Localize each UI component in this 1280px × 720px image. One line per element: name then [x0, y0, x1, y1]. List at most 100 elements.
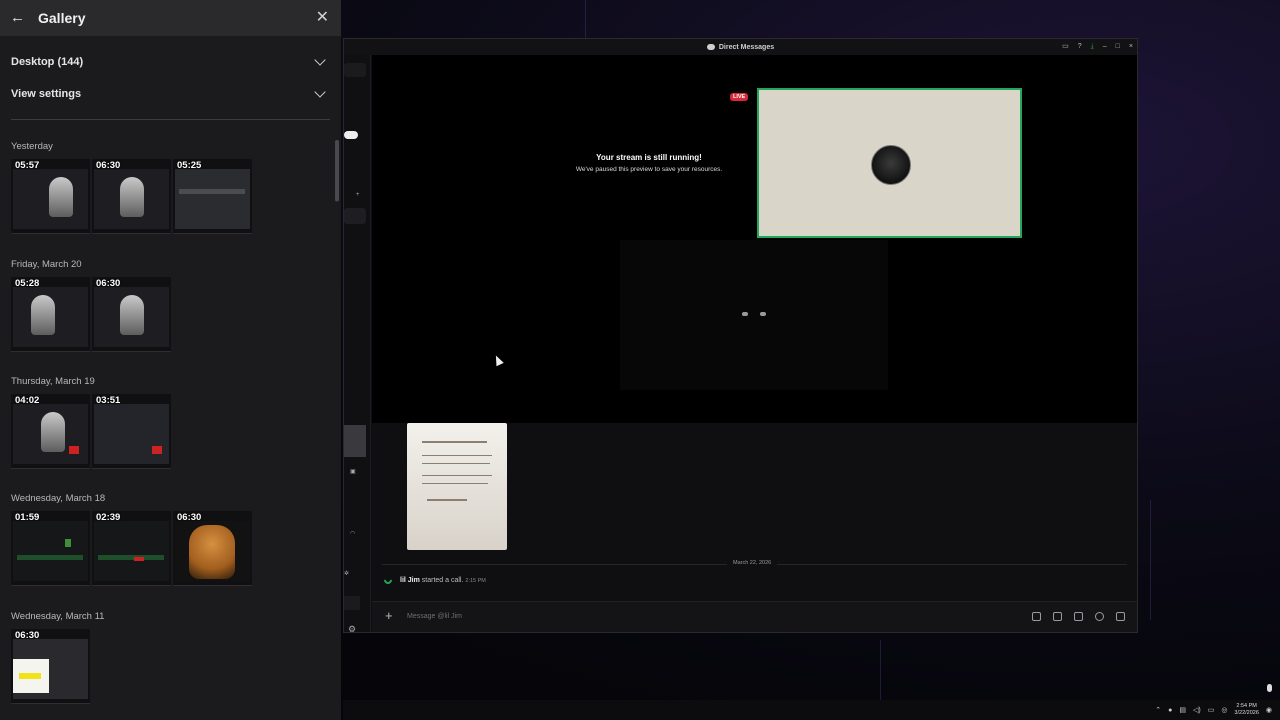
clip-thumbnail[interactable]: 05:28	[11, 277, 90, 352]
apps-icon[interactable]	[1116, 612, 1125, 621]
composer-icons	[1032, 612, 1125, 621]
notification-icon[interactable]: ◉	[1266, 706, 1272, 714]
gift-icon[interactable]	[1032, 612, 1041, 621]
clip-duration: 06:30	[15, 630, 40, 641]
participant-tile[interactable]	[620, 240, 888, 390]
clip-duration: 04:02	[15, 395, 40, 406]
dropdown-label: View settings	[11, 88, 82, 100]
attachment-text-line	[422, 475, 492, 476]
dropdown-label: Desktop (144)	[11, 56, 84, 68]
microphone-icon[interactable]: ●	[1168, 707, 1172, 714]
chevron-down-icon	[314, 86, 326, 98]
date-group: Yesterday 05:57 06:30 05:25	[11, 141, 331, 234]
scrollbar[interactable]	[335, 140, 339, 710]
desktop-filter-dropdown[interactable]: Desktop (144)	[0, 46, 341, 78]
date-group: Wednesday, March 18 01:59 02:39 06:30	[11, 493, 331, 586]
gif-icon[interactable]	[1053, 612, 1062, 621]
scrollbar-thumb[interactable]	[335, 140, 339, 202]
discord-logo-icon	[706, 44, 715, 50]
gear-small-icon[interactable]: ✲	[344, 570, 349, 577]
window-controls: ▭ ? ⤓ – □ ×	[1062, 42, 1133, 51]
screen-share-icon[interactable]: ▣	[350, 468, 356, 475]
message-author[interactable]: lil Jim	[400, 577, 420, 584]
close-icon[interactable]: ✕	[316, 10, 329, 26]
attachment-text-line	[427, 499, 467, 501]
call-message-text: started a call.	[421, 576, 464, 584]
taskbar: ⌃ ● ▤ ◁) ▭ ◎ 2:54 PM 3/22/2026 ◉	[343, 700, 1280, 720]
window-title: Direct Messages	[718, 43, 775, 51]
sidebar-active-item[interactable]	[344, 425, 366, 457]
system-tray: ⌃ ● ▤ ◁) ▭ ◎ 2:54 PM 3/22/2026 ◉	[1155, 703, 1272, 717]
clip-thumbnail[interactable]: 06:30	[92, 277, 171, 352]
attachment-text-line	[422, 483, 488, 484]
clip-duration: 06:30	[177, 512, 202, 523]
image-attachment[interactable]	[407, 423, 507, 550]
attachment-text-line	[422, 463, 490, 464]
clip-thumbnail[interactable]: 05:25	[173, 159, 252, 234]
date-group-label: Wednesday, March 18	[11, 493, 106, 504]
back-arrow-icon[interactable]: ←	[10, 10, 26, 26]
background-streak	[1150, 500, 1151, 620]
emoji-icon[interactable]	[1095, 612, 1104, 621]
clip-duration: 05:57	[15, 160, 40, 171]
clock-time: 2:54 PM	[1236, 703, 1257, 709]
gallery-title: Gallery	[38, 10, 86, 26]
clip-duration: 02:39	[96, 512, 121, 523]
eye-icon	[742, 312, 748, 316]
chat-area: March 22, 2026 lil Jim started a call. 2…	[372, 423, 1137, 632]
message-timestamp: 2:15 PM	[465, 577, 486, 584]
floating-mic-icon[interactable]	[1267, 684, 1272, 692]
call-system-message: lil Jim started a call. 2:15 PM	[382, 574, 486, 586]
maximize-button[interactable]: □	[1116, 42, 1120, 51]
clip-thumbnail[interactable]: 06:30	[11, 629, 90, 704]
minimize-button[interactable]: –	[1103, 42, 1107, 51]
background-streak	[880, 640, 881, 700]
date-group: Thursday, March 19 04:02 03:51	[11, 376, 331, 469]
battery-icon[interactable]: ▭	[1208, 706, 1215, 714]
clip-duration: 03:51	[96, 395, 121, 406]
clip-thumbnail[interactable]: 03:51	[92, 394, 171, 469]
sidebar-item[interactable]	[344, 596, 360, 610]
clip-thumbnail[interactable]: 06:30	[173, 511, 252, 586]
view-settings-dropdown[interactable]: View settings	[0, 78, 341, 110]
gallery-header: ← Gallery ✕	[0, 0, 341, 36]
date-group-label: Friday, March 20	[11, 259, 82, 270]
close-window-button[interactable]: ×	[1129, 42, 1133, 51]
attachment-text-line	[422, 441, 487, 443]
chevron-down-icon	[314, 54, 326, 66]
live-badge: LIVE	[730, 93, 749, 101]
taskbar-clock[interactable]: 2:54 PM 3/22/2026	[1234, 703, 1258, 717]
date-group-label: Yesterday	[11, 141, 53, 152]
network-icon[interactable]: ▤	[1179, 706, 1186, 714]
sidebar-item[interactable]	[344, 208, 366, 224]
chevron-up-icon[interactable]: ⌃	[1155, 706, 1161, 714]
date-divider-label: March 22, 2026	[727, 560, 778, 566]
sticker-icon[interactable]	[1074, 612, 1083, 621]
language-icon[interactable]: ◎	[1221, 706, 1227, 714]
clip-thumbnail[interactable]: 05:57	[11, 159, 90, 234]
clip-thumbnail[interactable]: 01:59	[11, 511, 90, 586]
window-titlebar[interactable]: Direct Messages ▭ ? ⤓ – □ ×	[344, 39, 1137, 55]
clip-thumbnail[interactable]: 04:02	[11, 394, 90, 469]
date-group: Wednesday, March 11 06:30	[11, 611, 331, 704]
divider	[11, 119, 330, 120]
date-group-label: Wednesday, March 11	[11, 611, 105, 622]
add-dm-icon[interactable]: +	[356, 192, 360, 198]
attach-plus-icon[interactable]: +	[385, 608, 393, 623]
stream-preview-tile[interactable]	[757, 88, 1022, 238]
message-composer: + Message @lil Jim	[372, 601, 1137, 632]
user-settings-gear-icon[interactable]: ⚙	[348, 624, 356, 635]
help-icon[interactable]: ?	[1078, 42, 1082, 51]
mouse-cursor-icon	[492, 353, 504, 367]
sidebar-search-field[interactable]	[344, 63, 366, 77]
download-icon[interactable]: ⤓	[1091, 42, 1094, 51]
message-input[interactable]: Message @lil Jim	[407, 613, 462, 620]
new-badge	[344, 131, 358, 139]
clip-duration: 01:59	[15, 512, 40, 523]
inbox-icon[interactable]: ▭	[1062, 42, 1069, 51]
clip-thumbnail[interactable]: 06:30	[92, 159, 171, 234]
date-group-label: Thursday, March 19	[11, 376, 95, 387]
volume-icon[interactable]: ◁)	[1193, 706, 1201, 714]
clip-thumbnail[interactable]: 02:39	[92, 511, 171, 586]
headset-icon[interactable]: ◠	[350, 530, 355, 537]
